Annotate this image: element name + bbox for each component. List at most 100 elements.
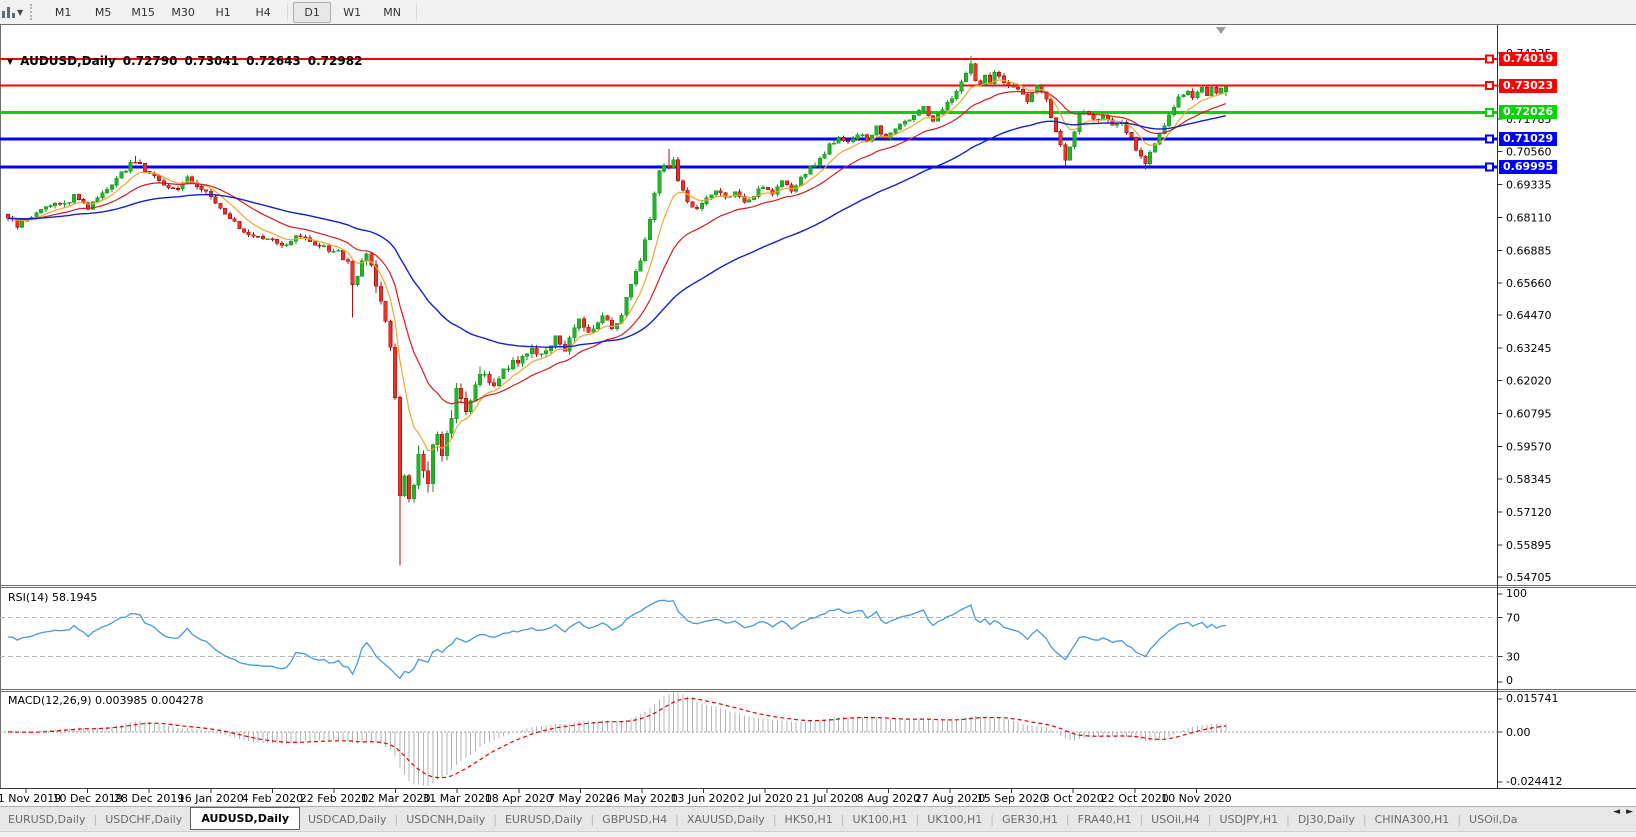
- tab-xauusd-daily[interactable]: XAUUSD,Daily: [679, 813, 773, 826]
- price-tick-label: 0.60795: [1506, 408, 1552, 421]
- price-tick-label: 0.58345: [1506, 473, 1552, 486]
- ma-line-8[interactable]: [8, 80, 1226, 451]
- price-tick-label: 0.66885: [1506, 244, 1552, 257]
- tab-ger30-h1[interactable]: GER30,H1: [994, 813, 1066, 826]
- tf-button-h1[interactable]: H1: [204, 2, 242, 23]
- price-tick-label: 0.68110: [1506, 211, 1552, 224]
- tab-scroll-right-icon[interactable]: ►: [1626, 807, 1633, 817]
- tab-fra40-h1[interactable]: FRA40,H1: [1070, 813, 1140, 826]
- price-tick-label: 0.59570: [1506, 440, 1552, 453]
- status-strip: [0, 831, 1636, 837]
- date-tick-label: 21 Jul 2020: [796, 792, 858, 805]
- rsi-line: [8, 600, 1226, 678]
- macd-axis-label: 0.00: [1506, 726, 1531, 739]
- tab-dj30-daily[interactable]: DJ30,Daily: [1290, 813, 1363, 826]
- hline-handle[interactable]: [1486, 136, 1493, 143]
- chart-tab-bar: EURUSD,Daily|USDCHF,DailyAUDUSD,DailyUSD…: [0, 806, 1636, 831]
- price-tick-label: 0.65660: [1506, 277, 1552, 290]
- ma-line-55[interactable]: [8, 116, 1226, 348]
- hline-handle[interactable]: [1486, 163, 1493, 170]
- timeframe-buttons: M1M5M15M30H1H4 D1W1MN: [43, 2, 421, 23]
- rsi-axis-label: 70: [1506, 611, 1520, 624]
- price-tick-label: 0.54705: [1506, 571, 1552, 584]
- date-tick-label: 22 Oct 2020: [1101, 792, 1169, 805]
- time-axis[interactable]: 21 Nov 201910 Dec 201928 Dec 201916 Jan …: [0, 789, 1232, 806]
- tab-usdcnh-daily[interactable]: USDCNH,Daily: [398, 813, 493, 826]
- tab-eurusd-daily[interactable]: EURUSD,Daily: [0, 813, 93, 826]
- chevron-down-icon[interactable]: ▼: [17, 8, 23, 17]
- date-tick-label: 10 Nov 2020: [1161, 792, 1231, 805]
- tab-scroll-buttons: ◄ ►: [1613, 807, 1633, 817]
- horizontal-lines[interactable]: [0, 56, 1498, 171]
- timeframe-toolbar: ▼ M1M5M15M30H1H4 D1W1MN: [0, 0, 1636, 24]
- tf-button-d1[interactable]: D1: [293, 2, 331, 23]
- tf-button-w1[interactable]: W1: [333, 2, 371, 23]
- toolbar-separator: [416, 3, 417, 21]
- date-tick-label: 16 Jan 2020: [178, 792, 244, 805]
- chart-window[interactable]: 0.742350.730100.717850.705600.693350.681…: [0, 24, 1636, 806]
- high-value: 0.73041: [184, 54, 239, 68]
- date-tick-label: 18 Apr 2020: [485, 792, 553, 805]
- tf-button-m15[interactable]: M15: [124, 2, 162, 23]
- tab-uk100-h1[interactable]: UK100,H1: [919, 813, 990, 826]
- price-badge-0.73023: 0.73023: [1499, 79, 1557, 93]
- tab-usoil-da[interactable]: USOil,Da: [1461, 813, 1526, 826]
- tf-button-m1[interactable]: M1: [44, 2, 82, 23]
- price-tick-label: 0.70560: [1506, 146, 1552, 159]
- tab-uk100-h1[interactable]: UK100,H1: [845, 813, 916, 826]
- macd-indicator-label: MACD(12,26,9) 0.003985 0.004278: [8, 694, 204, 707]
- rsi-axis-label: 100: [1506, 587, 1527, 600]
- tab-hk50-h1[interactable]: HK50,H1: [777, 813, 841, 826]
- price-tick-label: 0.57120: [1506, 506, 1552, 519]
- toolbar-separator: [287, 3, 288, 21]
- tab-scroll-left-icon[interactable]: ◄: [1613, 807, 1620, 817]
- mt4-window: ▼ M1M5M15M30H1H4 D1W1MN 0.742350.730100.7…: [0, 0, 1636, 836]
- price-axis[interactable]: 0.742350.730100.717850.705600.693350.681…: [1498, 47, 1552, 584]
- date-tick-label: 12 Mar 2020: [361, 792, 431, 805]
- tf-button-h4[interactable]: H4: [244, 2, 282, 23]
- price-badge-0.69995: 0.69995: [1499, 160, 1557, 174]
- price-tick-label: 0.55895: [1506, 539, 1552, 552]
- tab-usoil-h4[interactable]: USOil,H4: [1143, 813, 1208, 826]
- rsi-indicator-label: RSI(14) 58.1945: [8, 591, 97, 604]
- tab-audusd-daily[interactable]: AUDUSD,Daily: [190, 807, 300, 830]
- macd-axis-label: 0.015741: [1506, 692, 1559, 705]
- price-tick-label: 0.64470: [1506, 309, 1552, 322]
- hline-handle[interactable]: [1486, 56, 1493, 63]
- tab-china300-h1[interactable]: CHINA300,H1: [1367, 813, 1458, 826]
- tab-usdjpy-h1[interactable]: USDJPY,H1: [1211, 813, 1286, 826]
- macd-signal-line: [8, 699, 1226, 778]
- low-value: 0.72643: [246, 54, 301, 68]
- toolbar-grip[interactable]: [30, 4, 36, 20]
- date-tick-label: 8 Aug 2020: [857, 792, 920, 805]
- date-tick-label: 4 Feb 2020: [242, 792, 303, 805]
- price-tick-label: 0.63245: [1506, 342, 1552, 355]
- date-tick-label: 28 Dec 2019: [114, 792, 184, 805]
- date-tick-label: 27 Aug 2020: [915, 792, 985, 805]
- tf-button-mn[interactable]: MN: [373, 2, 411, 23]
- date-tick-label: 31 Mar 2020: [422, 792, 492, 805]
- tab-usdcad-daily[interactable]: USDCAD,Daily: [300, 813, 395, 826]
- chart-type-icon[interactable]: [1, 5, 15, 19]
- date-tick-label: 15 Sep 2020: [977, 792, 1047, 805]
- price-badge-0.71029: 0.71029: [1499, 132, 1557, 146]
- date-tick-label: 13 Jun 2020: [671, 792, 737, 805]
- chart-graphics[interactable]: 0.742350.730100.717850.705600.693350.681…: [0, 24, 1636, 836]
- tab-usdchf-daily[interactable]: USDCHF,Daily: [97, 813, 190, 826]
- hline-handle[interactable]: [1486, 82, 1493, 89]
- price-badge-0.74019: 0.74019: [1499, 52, 1557, 66]
- tab-gbpusd-h4[interactable]: GBPUSD,H4: [594, 813, 675, 826]
- collapse-caret-icon[interactable]: ▼: [7, 57, 13, 66]
- tf-button-m30[interactable]: M30: [164, 2, 202, 23]
- date-tick-label: 26 May 2020: [606, 792, 678, 805]
- hline-handle[interactable]: [1486, 109, 1493, 116]
- tab-eurusd-daily[interactable]: EURUSD,Daily: [497, 813, 590, 826]
- tf-button-m5[interactable]: M5: [84, 2, 122, 23]
- date-tick-label: 3 Oct 2020: [1043, 792, 1104, 805]
- price-tick-label: 0.62020: [1506, 375, 1552, 388]
- open-value: 0.72790: [123, 54, 178, 68]
- close-value: 0.72982: [308, 54, 363, 68]
- price-badge-0.72026: 0.72026: [1499, 105, 1557, 119]
- chart-title: ▼ AUDUSD,Daily 0.72790 0.73041 0.72643 0…: [7, 54, 362, 68]
- rsi-axis-label: 30: [1506, 651, 1520, 664]
